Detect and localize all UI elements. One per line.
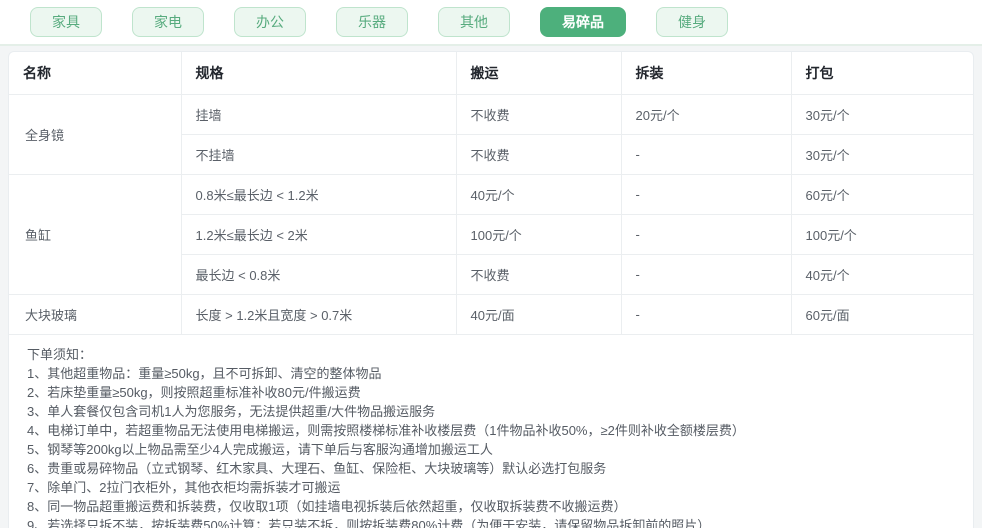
- spec-cell: 0.8米≤最长边 < 1.2米: [181, 174, 457, 215]
- disassembly-fee-cell: -: [621, 294, 792, 335]
- pack-fee-cell: 100元/个: [791, 214, 973, 255]
- category-tabbar: 家具 家电 办公 乐器 其他 易碎品 健身: [0, 0, 982, 46]
- disassembly-fee-cell: 20元/个: [621, 94, 792, 135]
- spec-cell: 不挂墙: [181, 134, 457, 175]
- col-header-name: 名称: [9, 52, 182, 95]
- col-header-pack: 打包: [791, 52, 973, 95]
- note-item: 2、若床垫重量≥50kg，则按照超重标准补收80元/件搬运费: [27, 385, 361, 400]
- order-notes: 下单须知： 1、其他超重物品：重量≥50kg，且不可拆卸、清空的整体物品 2、若…: [9, 335, 973, 528]
- move-fee-cell: 不收费: [456, 134, 622, 175]
- pack-fee-cell: 30元/个: [791, 134, 973, 175]
- table-header-row: 名称 规格 搬运 拆装 打包: [9, 52, 973, 95]
- notes-title: 下单须知：: [27, 347, 93, 362]
- spec-cell: 长度 > 1.2米且宽度 > 0.7米: [181, 294, 457, 335]
- pack-fee-cell: 30元/个: [791, 94, 973, 135]
- pack-fee-cell: 60元/面: [791, 294, 973, 335]
- disassembly-fee-cell: -: [621, 174, 792, 215]
- item-name-cell: 全身镜: [9, 94, 182, 175]
- tab-fitness[interactable]: 健身: [656, 7, 728, 37]
- note-item: 1、其他超重物品：重量≥50kg，且不可拆卸、清空的整体物品: [27, 366, 382, 381]
- pricing-table: 名称 规格 搬运 拆装 打包 全身镜 挂墙 不收费 20元/个 30元/个 不挂…: [9, 52, 973, 335]
- tab-fragile[interactable]: 易碎品: [540, 7, 626, 37]
- pack-fee-cell: 40元/个: [791, 254, 973, 295]
- move-fee-cell: 40元/面: [456, 294, 622, 335]
- col-header-spec: 规格: [181, 52, 457, 95]
- table-row: 大块玻璃 长度 > 1.2米且宽度 > 0.7米 40元/面 - 60元/面: [9, 294, 973, 335]
- move-fee-cell: 不收费: [456, 254, 622, 295]
- tab-office[interactable]: 办公: [234, 7, 306, 37]
- pricing-card: 名称 规格 搬运 拆装 打包 全身镜 挂墙 不收费 20元/个 30元/个 不挂…: [8, 51, 974, 528]
- tab-furniture[interactable]: 家具: [30, 7, 102, 37]
- note-item: 7、除单门、2拉门衣柜外，其他衣柜均需拆装才可搬运: [27, 480, 341, 495]
- pack-fee-cell: 60元/个: [791, 174, 973, 215]
- disassembly-fee-cell: -: [621, 254, 792, 295]
- move-fee-cell: 100元/个: [456, 214, 622, 255]
- table-row: 全身镜 挂墙 不收费 20元/个 30元/个: [9, 94, 973, 175]
- note-item: 3、单人套餐仅包含司机1人为您服务，无法提供超重/大件物品搬运服务: [27, 404, 436, 419]
- item-name-cell: 鱼缸: [9, 174, 182, 295]
- table-row: 鱼缸 0.8米≤最长边 < 1.2米 40元/个 - 60元/个: [9, 174, 973, 295]
- spec-cell: 最长边 < 0.8米: [181, 254, 457, 295]
- tab-appliances[interactable]: 家电: [132, 7, 204, 37]
- disassembly-fee-cell: -: [621, 214, 792, 255]
- tab-others[interactable]: 其他: [438, 7, 510, 37]
- note-item: 9、若选择只拆不装，按拆装费50%计算；若只装不拆，则按拆装费80%计费（为便于…: [27, 518, 711, 528]
- move-fee-cell: 40元/个: [456, 174, 622, 215]
- note-item: 6、贵重或易碎物品（立式钢琴、红木家具、大理石、鱼缸、保险柜、大块玻璃等）默认必…: [27, 461, 607, 476]
- col-header-move: 搬运: [456, 52, 622, 95]
- col-header-disassembly: 拆装: [621, 52, 792, 95]
- move-fee-cell: 不收费: [456, 94, 622, 135]
- note-item: 4、电梯订单中，若超重物品无法使用电梯搬运，则需按照楼梯标准补收楼层费（1件物品…: [27, 423, 745, 438]
- spec-cell: 挂墙: [181, 94, 457, 135]
- spec-cell: 1.2米≤最长边 < 2米: [181, 214, 457, 255]
- note-item: 5、钢琴等200kg以上物品需至少4人完成搬运，请下单后与客服沟通增加搬运工人: [27, 442, 493, 457]
- note-item: 8、同一物品超重搬运费和拆装费，仅收取1项（如挂墙电视拆装后依然超重，仅收取拆装…: [27, 499, 627, 514]
- tab-instruments[interactable]: 乐器: [336, 7, 408, 37]
- disassembly-fee-cell: -: [621, 134, 792, 175]
- item-name-cell: 大块玻璃: [9, 294, 182, 335]
